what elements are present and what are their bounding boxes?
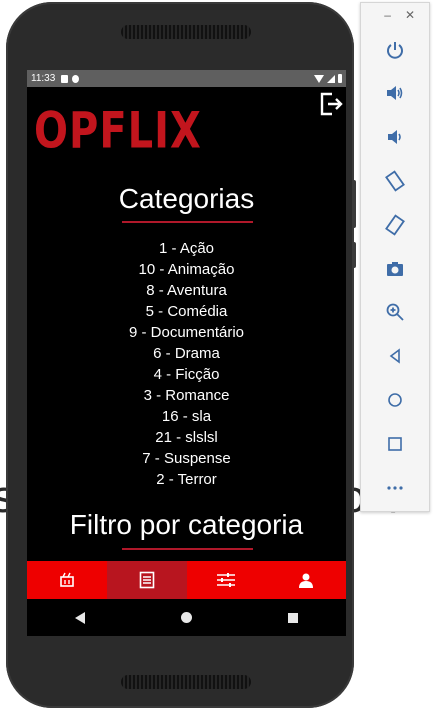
- android-home-icon[interactable]: [181, 612, 192, 623]
- volume-down-icon: [388, 130, 401, 144]
- more-button[interactable]: [380, 473, 410, 503]
- bottom-speaker: [121, 675, 251, 689]
- category-item[interactable]: 10 - Animação: [27, 259, 346, 280]
- power-icon: [387, 42, 403, 59]
- screenshot-button[interactable]: [380, 254, 410, 284]
- zoom-button[interactable]: [380, 297, 410, 327]
- status-bar: 11:33: [27, 70, 346, 87]
- logout-icon[interactable]: [318, 91, 344, 117]
- emulator-toolbar: – ✕: [360, 2, 430, 512]
- device-screen: 11:33 OPFLIX Categorias 1 - Ação 10 - An…: [27, 70, 346, 636]
- opflix-logo: OPFLIX: [34, 102, 202, 160]
- sync-icon: [72, 74, 80, 83]
- phone-frame: 11:33 OPFLIX Categorias 1 - Ação 10 - An…: [6, 2, 356, 708]
- ticket-icon: [60, 572, 74, 587]
- top-speaker: [121, 25, 251, 39]
- nav-tab-list[interactable]: [106, 561, 187, 599]
- category-item[interactable]: 5 - Comédia: [27, 301, 346, 322]
- wifi-icon: [314, 74, 324, 83]
- back-button[interactable]: [380, 341, 410, 371]
- category-item[interactable]: 6 - Drama: [27, 343, 346, 364]
- nav-tab-profile[interactable]: [266, 561, 346, 599]
- minimize-button[interactable]: –: [384, 8, 391, 22]
- android-recents-icon[interactable]: [288, 612, 298, 623]
- bottom-navigation: [27, 561, 346, 599]
- category-list: 1 - Ação 10 - Animação 8 - Aventura 5 - …: [27, 238, 346, 490]
- category-item[interactable]: 8 - Aventura: [27, 280, 346, 301]
- rotate-left-button[interactable]: [380, 166, 410, 196]
- category-item[interactable]: 16 - sla: [27, 406, 346, 427]
- close-button[interactable]: ✕: [405, 8, 415, 22]
- status-time: 11:33: [31, 73, 56, 84]
- power-button[interactable]: [380, 35, 410, 65]
- rotate-left-icon: [385, 170, 405, 192]
- volume-down-button[interactable]: [380, 122, 410, 152]
- app-content: OPFLIX Categorias 1 - Ação 10 - Animação…: [27, 87, 346, 556]
- category-item[interactable]: 9 - Documentário: [27, 322, 346, 343]
- category-item[interactable]: 2 - Terror: [27, 469, 346, 490]
- home-button[interactable]: [380, 385, 410, 415]
- category-item[interactable]: 7 - Suspense: [27, 448, 346, 469]
- user-icon: [299, 573, 314, 588]
- nav-tab-ticket[interactable]: [27, 561, 107, 599]
- rotate-right-button[interactable]: [380, 210, 410, 240]
- volume-up-button[interactable]: [380, 78, 410, 108]
- power-key: [352, 242, 356, 268]
- list-icon: [139, 571, 154, 589]
- overview-icon: [388, 437, 402, 451]
- filter-title: Filtro por categoria: [69, 509, 304, 540]
- category-item[interactable]: 1 - Ação: [27, 238, 346, 259]
- android-back-icon[interactable]: [75, 611, 85, 624]
- volume-rocker: [352, 180, 356, 228]
- android-navigation-bar: [27, 599, 346, 636]
- filter-underline: [122, 548, 253, 550]
- rotate-right-icon: [385, 214, 405, 236]
- category-item[interactable]: 21 - slslsl: [27, 427, 346, 448]
- home-icon: [388, 393, 402, 407]
- battery-icon: [338, 74, 342, 83]
- camera-icon: [387, 262, 403, 276]
- category-item[interactable]: 3 - Romance: [27, 385, 346, 406]
- sd-card-icon: [61, 74, 69, 83]
- back-icon: [389, 348, 400, 364]
- signal-icon: [327, 74, 335, 83]
- more-icon: [387, 486, 403, 490]
- categories-underline: [122, 221, 253, 223]
- zoom-icon: [386, 303, 404, 321]
- overview-button[interactable]: [380, 429, 410, 459]
- volume-up-icon: [387, 86, 403, 100]
- category-item[interactable]: 4 - Ficção: [27, 364, 346, 385]
- categories-title: Categorias: [118, 183, 255, 214]
- nav-tab-filters[interactable]: [187, 561, 267, 599]
- sliders-icon: [217, 573, 236, 587]
